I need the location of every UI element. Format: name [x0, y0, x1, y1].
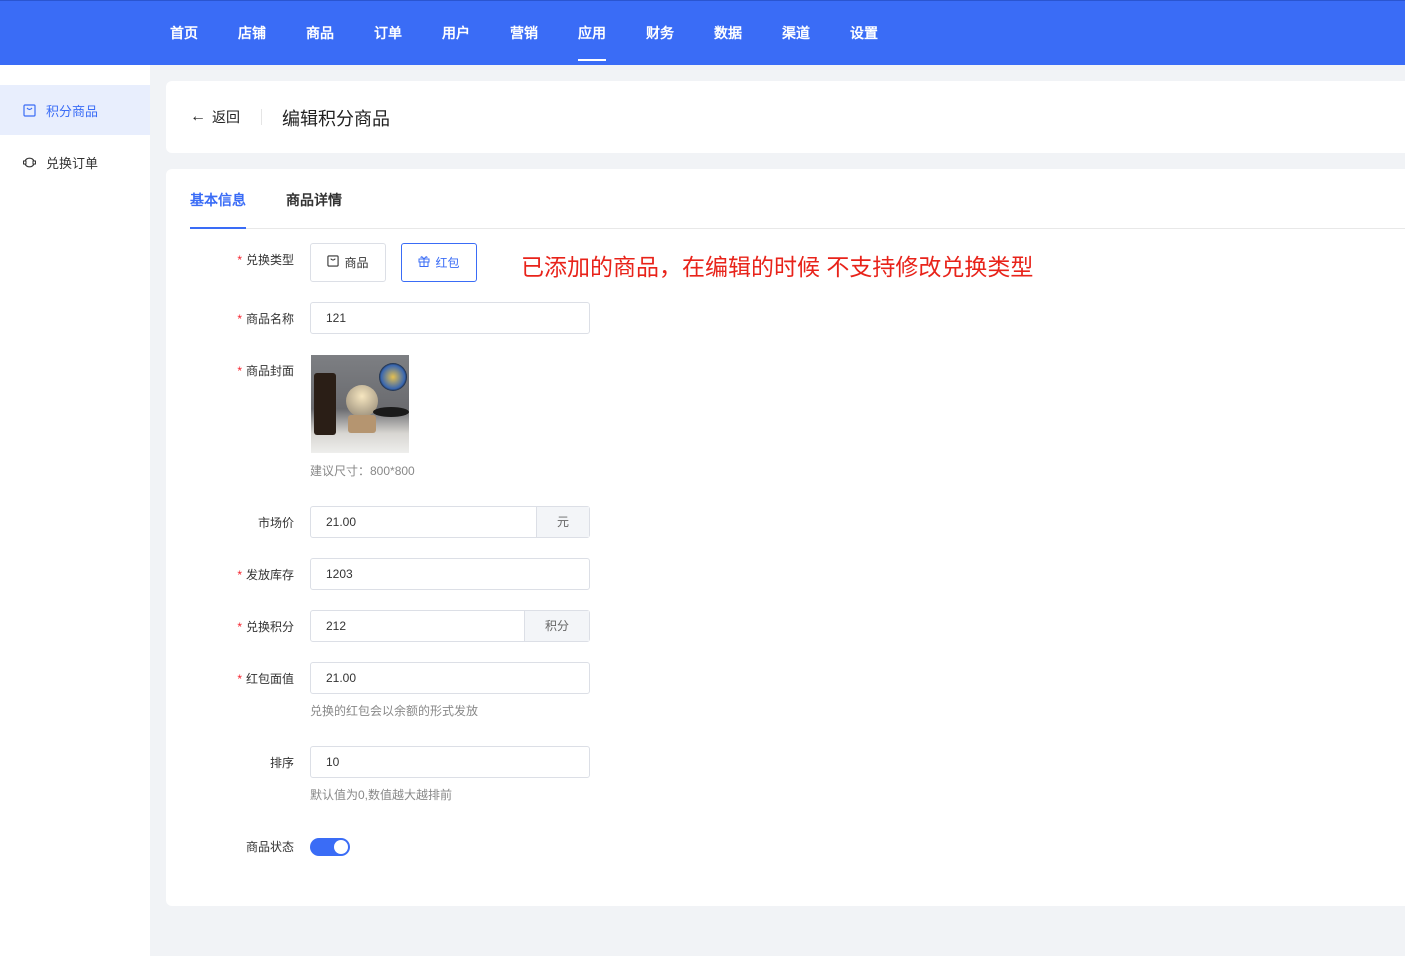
- points-suffix: 积分: [524, 611, 589, 641]
- nav-finance[interactable]: 财务: [646, 23, 674, 61]
- gift-icon: [418, 255, 430, 270]
- sidebar-item-label: 积分商品: [46, 103, 99, 119]
- bag-icon: [22, 103, 36, 117]
- arrow-left-icon: ←: [190, 108, 206, 125]
- status-toggle[interactable]: [310, 838, 350, 856]
- back-button[interactable]: ← 返回: [190, 107, 240, 127]
- nav-home[interactable]: 首页: [170, 23, 198, 61]
- nav-data[interactable]: 数据: [714, 23, 742, 61]
- sidebar-item-points-products[interactable]: 积分商品: [0, 85, 150, 135]
- nav-orders[interactable]: 订单: [374, 23, 402, 61]
- exchange-icon: [22, 155, 36, 169]
- sidebar-item-label: 兑换订单: [46, 155, 99, 171]
- nav-settings[interactable]: 设置: [850, 23, 878, 61]
- page-title: 编辑积分商品: [282, 109, 390, 129]
- top-nav: 首页 店铺 商品 订单 用户 营销 应用 财务 数据 渠道 设置: [0, 0, 1405, 65]
- nav-marketing[interactable]: 营销: [510, 23, 538, 61]
- back-label: 返回: [212, 109, 240, 125]
- bag-icon: [327, 255, 340, 270]
- toggle-knob: [334, 840, 348, 854]
- nav-shop[interactable]: 店铺: [238, 23, 266, 61]
- cover-image[interactable]: [311, 355, 409, 453]
- points-input[interactable]: 212 积分: [310, 610, 590, 642]
- tab-divider: [190, 228, 1405, 229]
- nav-users[interactable]: 用户: [442, 23, 470, 61]
- page-header: ← 返回 编辑积分商品: [166, 81, 1405, 153]
- sidebar: 积分商品 兑换订单: [0, 65, 150, 956]
- type-option-redpacket[interactable]: 红包: [401, 243, 477, 282]
- tab-basic-info[interactable]: 基本信息: [190, 190, 246, 229]
- sidebar-item-exchange-orders[interactable]: 兑换订单: [0, 137, 150, 187]
- tab-product-details[interactable]: 商品详情: [286, 190, 342, 210]
- divider: [261, 109, 262, 125]
- nav-products[interactable]: 商品: [306, 23, 334, 61]
- currency-suffix: 元: [536, 507, 589, 537]
- market-price-input[interactable]: 21.00 元: [310, 506, 590, 538]
- nav-apps[interactable]: 应用: [578, 23, 606, 61]
- nav-channels[interactable]: 渠道: [782, 23, 810, 61]
- type-option-product[interactable]: 商品: [310, 243, 386, 282]
